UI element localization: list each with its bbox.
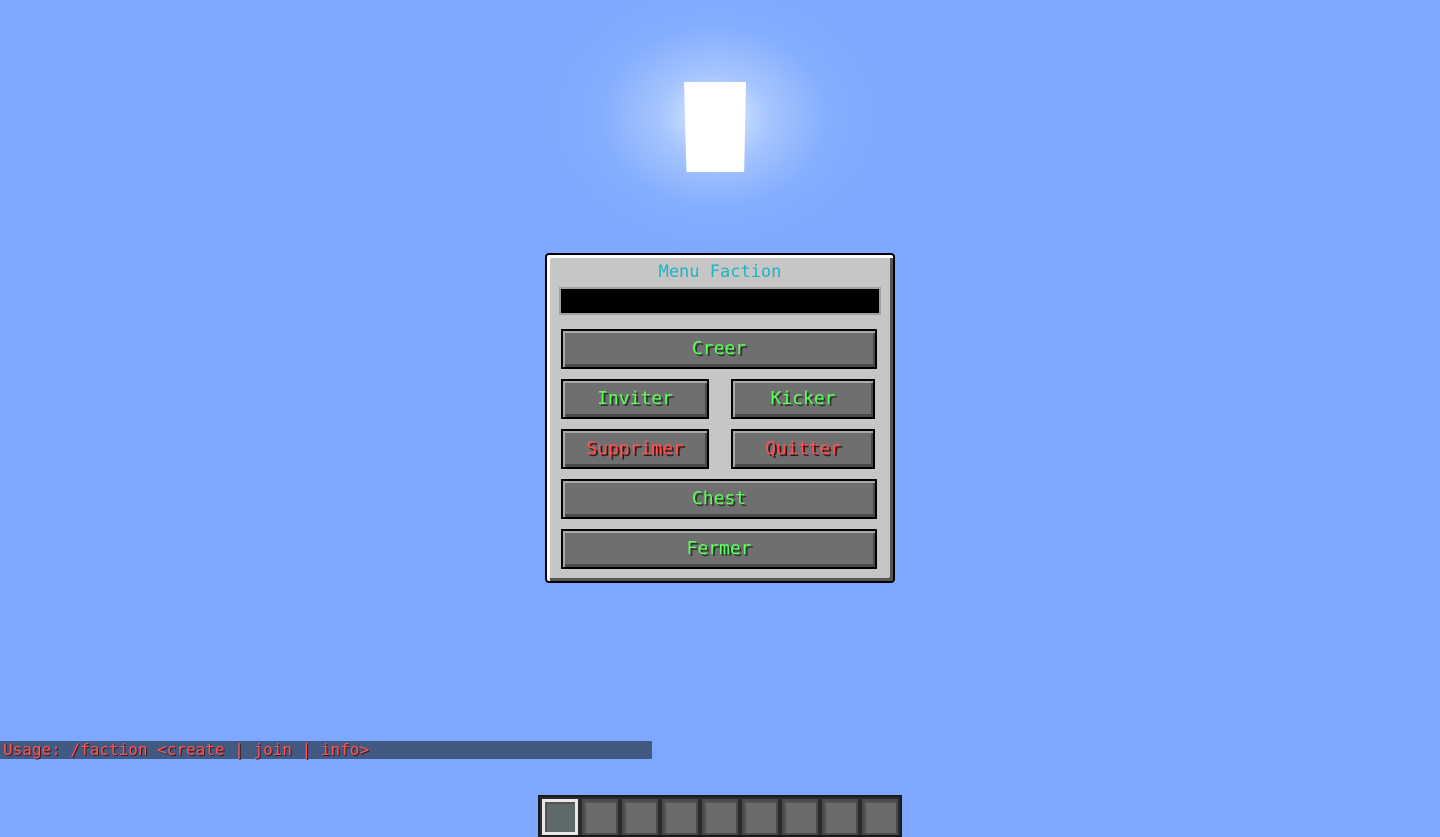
chest-button[interactable]: Chest [561,479,877,519]
hotbar-slot[interactable] [662,799,698,835]
delete-button[interactable]: Supprimer [561,429,709,469]
invite-button[interactable]: Inviter [561,379,709,419]
faction-menu-panel: Menu Faction Creer Inviter Kicker Suppri… [545,253,895,583]
hotbar-slot[interactable] [782,799,818,835]
hotbar-slot[interactable] [822,799,858,835]
hotbar-slot[interactable] [622,799,658,835]
sun [684,82,746,172]
chat-error-message: Usage: /faction <create | join | info> [0,741,652,759]
hotbar-slot-selected[interactable] [542,799,578,835]
close-button[interactable]: Fermer [561,529,877,569]
leave-button[interactable]: Quitter [731,429,875,469]
hotbar-slot[interactable] [742,799,778,835]
panel-title: Menu Faction [658,262,782,282]
hotbar-slot[interactable] [702,799,738,835]
hotbar [538,795,902,837]
faction-name-input[interactable] [559,287,881,315]
kick-button[interactable]: Kicker [731,379,875,419]
hotbar-slot[interactable] [582,799,618,835]
hotbar-slot[interactable] [862,799,898,835]
create-button[interactable]: Creer [561,329,877,369]
